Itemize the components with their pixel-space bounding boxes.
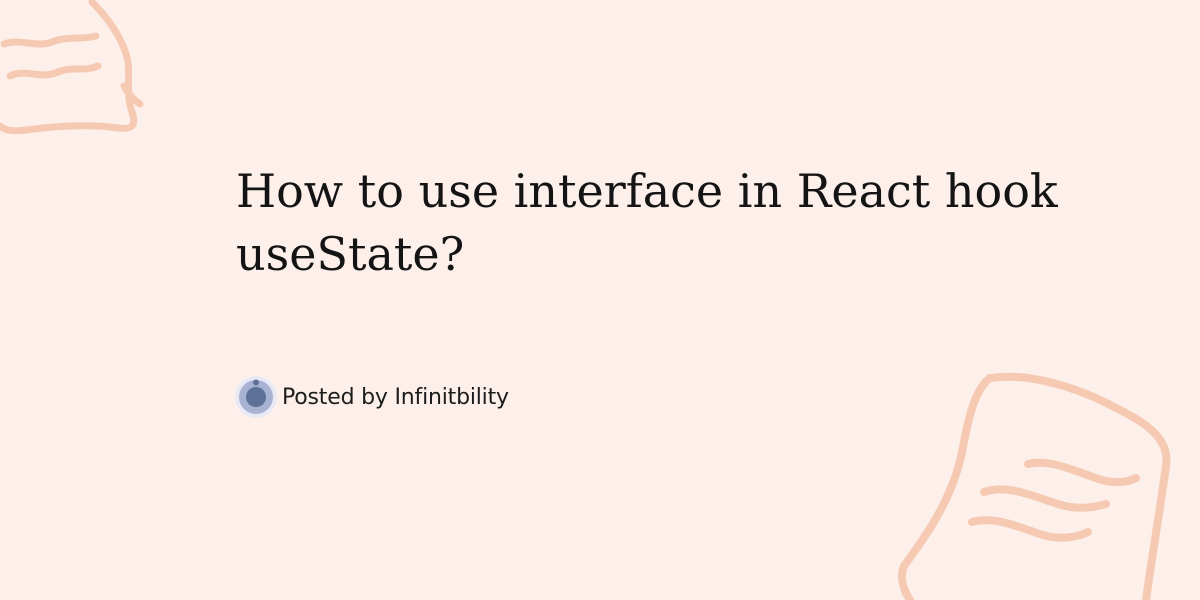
byline-text: Posted by Infinitbility [282, 384, 509, 410]
scribble-note-bottom-right-icon [898, 372, 1171, 600]
post-title: How to use interface in React hook useSt… [236, 164, 1058, 281]
infinitbility-logo-icon [235, 376, 277, 418]
byline: Posted by Infinitbility [234, 375, 509, 419]
scribble-note-top-left-icon [0, 0, 144, 135]
